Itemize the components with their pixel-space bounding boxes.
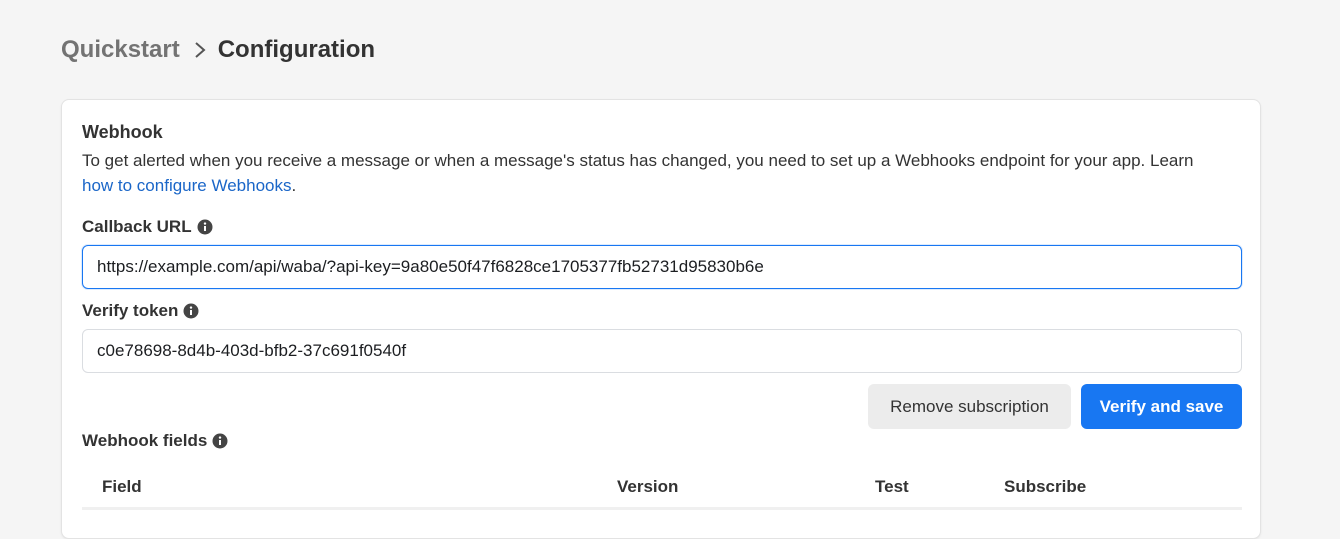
callback-url-label: Callback URL	[82, 217, 213, 237]
breadcrumb-quickstart-link[interactable]: Quickstart	[61, 36, 180, 64]
configure-webhooks-link[interactable]: how to configure Webhooks	[82, 176, 291, 195]
webhook-description: To get alerted when you receive a messag…	[82, 148, 1232, 198]
info-icon[interactable]	[212, 433, 228, 449]
callback-url-label-text: Callback URL	[82, 217, 192, 236]
link-suffix: .	[291, 176, 297, 195]
webhook-fields-label-text: Webhook fields	[82, 431, 208, 450]
column-header-field: Field	[102, 477, 142, 496]
webhook-fields-table-header: Field Version Test Subscribe	[82, 470, 1242, 510]
webhook-fields-label: Webhook fields	[82, 431, 228, 451]
verify-token-label: Verify token	[82, 301, 199, 321]
column-header-test: Test	[875, 477, 909, 496]
verify-and-save-button[interactable]: Verify and save	[1081, 384, 1242, 429]
webhook-title: Webhook	[82, 122, 163, 142]
column-header-subscribe: Subscribe	[1004, 477, 1087, 496]
webhook-description-text: To get alerted when you receive a messag…	[82, 151, 1194, 170]
page-title: Configuration	[217, 36, 376, 63]
column-header-version: Version	[617, 477, 679, 496]
verify-token-label-text: Verify token	[82, 301, 179, 320]
verify-token-input[interactable]	[82, 329, 1242, 373]
chevron-right-icon	[194, 41, 206, 59]
info-icon[interactable]	[183, 303, 199, 319]
callback-url-input[interactable]	[82, 245, 1242, 289]
breadcrumb: Quickstart Configuration	[61, 36, 375, 64]
webhook-card: Webhook To get alerted when you receive …	[61, 99, 1261, 539]
info-icon[interactable]	[197, 219, 213, 235]
remove-subscription-button[interactable]: Remove subscription	[868, 384, 1071, 429]
